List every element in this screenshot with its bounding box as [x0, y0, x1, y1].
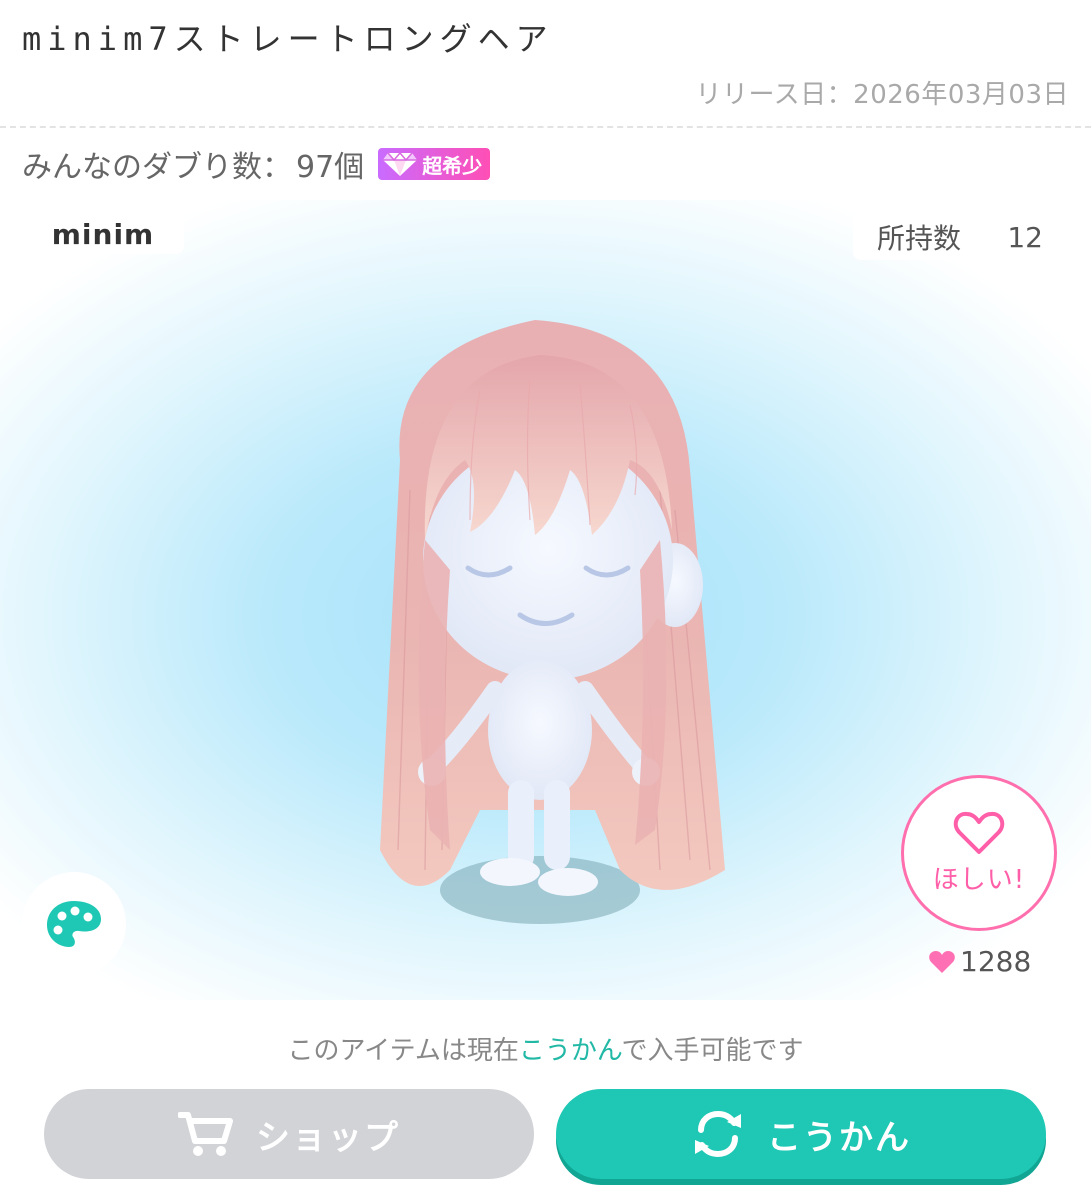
heart-outline-icon — [953, 811, 1005, 854]
avatar-preview — [380, 320, 725, 924]
availability-highlight: こうかん — [518, 1036, 622, 1066]
palette-button[interactable] — [22, 872, 126, 976]
duplicate-count-row: みんなのダブり数： 97個 超希少 — [22, 142, 491, 186]
rarity-label: 超希少 — [422, 153, 483, 178]
availability-note: このアイテムは現在こうかんで入手可能です — [0, 1030, 1091, 1067]
trade-button-label: こうかん — [767, 1117, 911, 1158]
shop-button[interactable]: ショップ — [44, 1089, 534, 1179]
divider — [0, 126, 1091, 128]
heart-icon — [929, 950, 955, 973]
owned-count-label: 所持数 — [877, 222, 962, 255]
item-preview-stage: minim 所持数 12 ほしい! 1288 — [0, 200, 1091, 1000]
exchange-icon — [695, 1110, 741, 1158]
shop-button-label: ショップ — [256, 1117, 400, 1158]
likes-value: 1288 — [960, 945, 1032, 978]
cart-icon — [178, 1112, 233, 1156]
trade-button[interactable]: こうかん — [556, 1089, 1046, 1179]
rarity-badge: 超希少 — [378, 148, 491, 180]
owned-count-value: 12 — [1007, 220, 1043, 254]
item-title: minim7ストレートロングヘア — [22, 20, 554, 58]
availability-prefix: このアイテムは現在 — [287, 1036, 519, 1066]
duplicate-count-label: みんなのダブり数： — [22, 150, 292, 185]
owned-count-badge: 所持数 12 — [853, 214, 1069, 260]
duplicate-count-value: 97個 — [296, 150, 365, 185]
want-label: ほしい! — [932, 864, 1026, 895]
gem-icon — [383, 151, 418, 176]
release-date: リリース日：2026年03月03日 — [695, 80, 1069, 110]
availability-suffix: で入手可能です — [621, 1036, 804, 1066]
duplicate-count: みんなのダブり数： 97個 — [22, 142, 364, 186]
likes-count: 1288 — [928, 945, 1031, 978]
brand-tag: minim — [22, 214, 184, 254]
palette-icon — [47, 901, 101, 947]
want-button[interactable]: ほしい! — [901, 775, 1057, 931]
